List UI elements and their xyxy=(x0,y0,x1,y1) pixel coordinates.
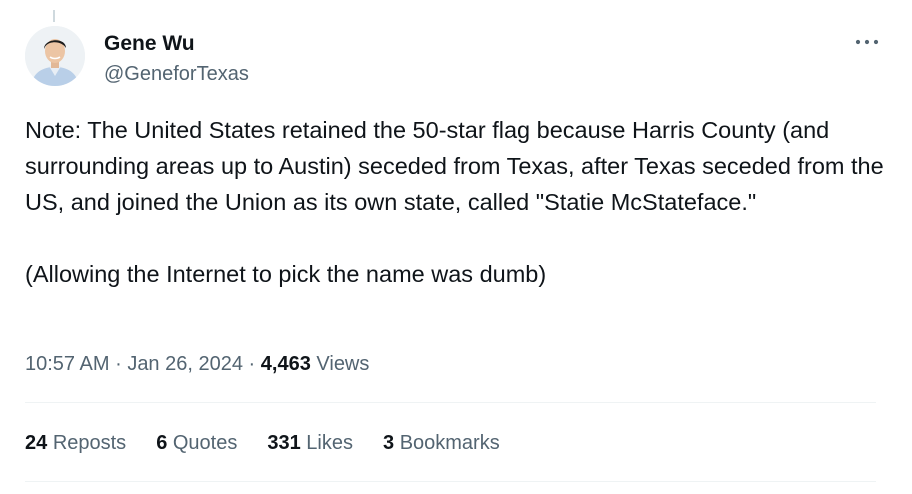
bookmarks-label: Bookmarks xyxy=(399,432,500,454)
divider xyxy=(25,402,876,403)
meta-separator: · xyxy=(248,353,256,375)
quotes-label: Quotes xyxy=(172,432,238,454)
bookmarks-stat[interactable]: 3 Bookmarks xyxy=(383,428,500,458)
tweet-metadata: 10:57 AM · Jan 26, 2024 · 4,463 Views xyxy=(25,349,369,379)
tweet-date[interactable]: Jan 26, 2024 xyxy=(127,353,243,375)
likes-label: Likes xyxy=(306,432,353,454)
divider xyxy=(25,481,876,482)
thread-connector-line xyxy=(53,10,55,22)
likes-stat[interactable]: 331 Likes xyxy=(267,428,353,458)
views-count: 4,463 xyxy=(260,353,311,375)
author-display-name[interactable]: Gene Wu xyxy=(104,32,249,56)
views-label: Views xyxy=(316,353,370,375)
more-options-button[interactable] xyxy=(852,30,882,54)
author-name-block: Gene Wu @GeneforTexas xyxy=(104,32,249,86)
tweet-text: Note: The United States retained the 50-… xyxy=(25,112,885,292)
likes-count: 331 xyxy=(267,432,301,454)
reposts-stat[interactable]: 24 Reposts xyxy=(25,428,126,458)
author-handle[interactable]: @GeneforTexas xyxy=(104,62,249,86)
tweet-header: Gene Wu @GeneforTexas xyxy=(25,26,882,90)
tweet-time[interactable]: 10:57 AM xyxy=(25,353,110,375)
meta-separator: · xyxy=(115,353,122,375)
tweet-paragraph: Note: The United States retained the 50-… xyxy=(25,117,884,215)
reposts-count: 24 xyxy=(25,432,48,454)
more-horizontal-icon xyxy=(855,39,879,45)
avatar-portrait-icon xyxy=(25,26,85,86)
quotes-count: 6 xyxy=(156,432,168,454)
bookmarks-count: 3 xyxy=(383,432,395,454)
tweet-paragraph: (Allowing the Internet to pick the name … xyxy=(25,261,547,287)
engagement-stats: 24 Reposts 6 Quotes 331 Likes 3 Bookmark… xyxy=(25,428,530,458)
avatar[interactable] xyxy=(25,26,85,86)
reposts-label: Reposts xyxy=(52,432,127,454)
quotes-stat[interactable]: 6 Quotes xyxy=(156,428,237,458)
